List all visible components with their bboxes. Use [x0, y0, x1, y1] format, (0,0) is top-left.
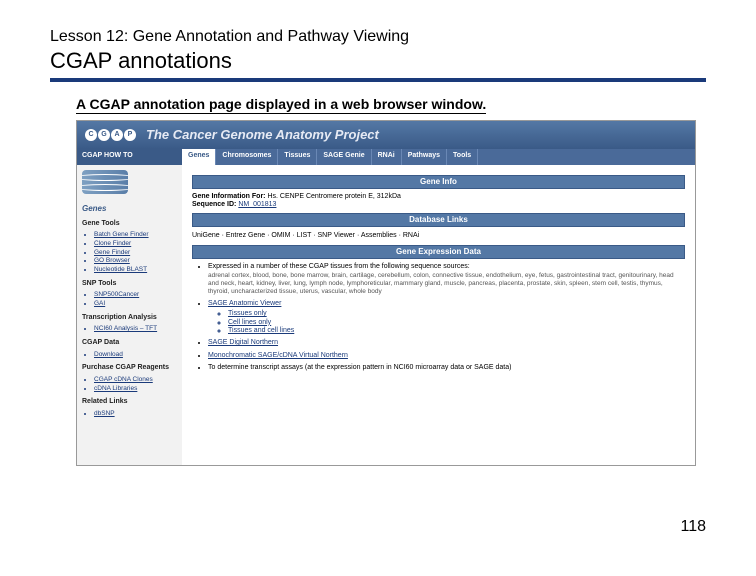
db-links-row: UniGene · Entrez Gene · OMIM · LIST · SN…	[192, 231, 685, 241]
cgap-logo: C G A P	[85, 129, 136, 141]
tab-sage-genie[interactable]: SAGE Genie	[317, 149, 371, 165]
side-link[interactable]: NCI60 Analysis – TFT	[94, 325, 177, 333]
sequence-id-line: Sequence ID: NM_001813	[192, 201, 685, 209]
side-link[interactable]: dbSNP	[94, 410, 177, 418]
sequence-id-link[interactable]: NM_001813	[238, 201, 276, 208]
nci60-item: To determine transcript assays (at the e…	[208, 364, 685, 372]
monochromatic-link[interactable]: Monochromatic SAGE/cDNA Virtual Northern	[208, 352, 348, 359]
expression-item: Expressed in a number of these CGAP tiss…	[208, 263, 685, 296]
side-link[interactable]: Batch Gene Finder	[94, 231, 177, 239]
tab-rnai[interactable]: RNAi	[372, 149, 402, 165]
tab-chromosomes[interactable]: Chromosomes	[216, 149, 278, 165]
section-db-links: Database Links	[192, 213, 685, 227]
genes-label: Genes	[82, 204, 177, 214]
sidebar: Genes Gene Tools Batch Gene Finder Clone…	[77, 165, 182, 465]
side-link[interactable]: Download	[94, 351, 177, 359]
dna-helix-icon	[82, 170, 128, 194]
side-h-related: Related Links	[82, 398, 177, 406]
side-link[interactable]: Nucleotide BLAST	[94, 266, 177, 274]
browser-screenshot: C G A P The Cancer Genome Anatomy Projec…	[76, 120, 696, 466]
side-link[interactable]: GAI	[94, 300, 177, 308]
main-content: Gene Info Gene Information For: Hs. CENP…	[182, 165, 695, 465]
digital-northern-item: SAGE Digital Northern	[208, 339, 685, 347]
page-description: A CGAP annotation page displayed in a we…	[76, 96, 486, 114]
monochromatic-item: Monochromatic SAGE/cDNA Virtual Northern	[208, 352, 685, 360]
sage-viewer-link[interactable]: SAGE Anatomic Viewer	[208, 300, 281, 307]
sage-viewer-item: SAGE Anatomic Viewer Tissues only Cell l…	[208, 300, 685, 336]
tab-tools[interactable]: Tools	[447, 149, 478, 165]
side-h-purchase: Purchase CGAP Reagents	[82, 364, 177, 372]
digital-northern-link[interactable]: SAGE Digital Northern	[208, 339, 278, 346]
tab-pathways[interactable]: Pathways	[402, 149, 447, 165]
side-link[interactable]: SNP500Cancer	[94, 291, 177, 299]
site-title: The Cancer Genome Anatomy Project	[146, 127, 379, 143]
side-link[interactable]: Clone Finder	[94, 240, 177, 248]
side-link[interactable]: cDNA Libraries	[94, 385, 177, 393]
gene-info-line: Gene Information For: Hs. CENPE Centrome…	[192, 193, 685, 201]
tab-tissues[interactable]: Tissues	[278, 149, 317, 165]
side-link[interactable]: CGAP cDNA Clones	[94, 376, 177, 384]
page-number: 118	[680, 518, 706, 536]
page-title: CGAP annotations	[50, 48, 706, 82]
side-h-data: CGAP Data	[82, 339, 177, 347]
lesson-title: Lesson 12: Gene Annotation and Pathway V…	[50, 28, 706, 46]
side-h-trans: Transcription Analysis	[82, 314, 177, 322]
side-h-gene-tools: Gene Tools	[82, 220, 177, 228]
side-h-snp: SNP Tools	[82, 280, 177, 288]
section-expression: Gene Expression Data	[192, 245, 685, 259]
main-nav: CGAP HOW TO Genes Chromosomes Tissues SA…	[77, 149, 695, 165]
sage-option[interactable]: Tissues only	[228, 310, 685, 318]
nav-howto[interactable]: CGAP HOW TO	[77, 149, 182, 165]
tissue-list: adrenal cortex, blood, bone, bone marrow…	[208, 272, 685, 295]
sage-option[interactable]: Tissues and cell lines	[228, 327, 685, 335]
site-header: C G A P The Cancer Genome Anatomy Projec…	[77, 121, 695, 149]
sage-option[interactable]: Cell lines only	[228, 319, 685, 327]
side-link[interactable]: GO Browser	[94, 257, 177, 265]
genes-graphic	[82, 170, 128, 202]
section-gene-info: Gene Info	[192, 175, 685, 189]
tab-genes[interactable]: Genes	[182, 149, 216, 165]
side-link[interactable]: Gene Finder	[94, 249, 177, 257]
